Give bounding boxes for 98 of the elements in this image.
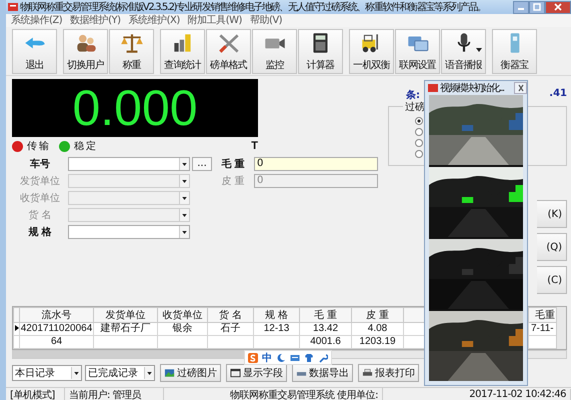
dropdown-arrow-icon <box>182 196 187 200</box>
combo-box[interactable] <box>68 225 190 239</box>
field-label: 皮 重 <box>220 174 246 188</box>
moon-icon[interactable] <box>276 352 286 362</box>
radio-button[interactable] <box>415 117 423 125</box>
toolbar-button[interactable]: 查询统计 <box>160 28 205 74</box>
status-text: 物联网称重交易管理系统 使用单位: <box>164 388 383 400</box>
dropdown-arrow-icon <box>74 372 79 374</box>
column-header[interactable]: 货 名 <box>208 308 254 322</box>
status-text: 当前用户: 管理员 <box>65 388 164 400</box>
table-cell: 石子 <box>220 323 240 334</box>
s-logo-icon[interactable] <box>248 352 258 362</box>
menu-item[interactable]: 系统操作(Z) <box>8 14 66 27</box>
dropdown-arrow-icon <box>147 372 152 374</box>
table-cell: 4.08 <box>368 323 388 334</box>
info-text: 条: <box>406 88 420 100</box>
scrollbar[interactable] <box>556 307 566 349</box>
column-header[interactable]: 规 格 <box>254 308 300 322</box>
toolbar-button[interactable]: 一机双衡 <box>349 28 394 74</box>
maximize-icon <box>532 3 542 11</box>
action-button[interactable]: (K) <box>537 200 567 228</box>
menu-item[interactable]: 帮助(V) <box>246 14 286 27</box>
action-button[interactable]: (C) <box>537 266 567 294</box>
close-icon <box>516 84 526 92</box>
filter-dropdown[interactable]: 已完成记录 <box>85 365 155 381</box>
menu-item[interactable]: 附加工具(W) <box>184 14 245 27</box>
close-icon <box>553 3 563 11</box>
input-mode-label[interactable]: 中 <box>262 350 272 364</box>
field-label: 毛 重 <box>220 158 246 171</box>
unit-label: T <box>251 140 258 152</box>
field-label: 货 名 <box>27 209 53 222</box>
app-icon <box>428 83 438 93</box>
dropdown-arrow-icon <box>182 180 187 182</box>
dropdown-arrow-icon <box>182 214 187 216</box>
printer-icon <box>362 368 373 378</box>
combo-box[interactable] <box>68 157 190 171</box>
status-label: 稳定 <box>74 140 98 153</box>
field-label: 收货单位 <box>19 192 61 205</box>
table-cell: 13.42 <box>312 323 338 334</box>
picture-icon <box>164 368 175 378</box>
browse-button[interactable]: ... <box>192 157 212 171</box>
info-text: .41 <box>549 88 567 100</box>
field-label: 发货单位 <box>19 174 61 188</box>
column-header[interactable]: 发货单位 <box>94 308 158 322</box>
toolbar-button[interactable]: 语音播报 <box>441 28 486 74</box>
column-header[interactable]: 皮 重 <box>352 308 404 322</box>
close-button[interactable] <box>514 82 527 94</box>
radio-button[interactable] <box>415 128 423 136</box>
table-cell: 1203.19 <box>359 336 396 347</box>
table-cell: 银余 <box>172 323 192 334</box>
column-header[interactable]: 毛 重 <box>300 308 352 322</box>
dropdown-arrow-icon <box>182 162 187 166</box>
keyboard-icon[interactable] <box>290 352 300 362</box>
maximize-button[interactable] <box>529 0 545 14</box>
table-cell: 4001.6 <box>310 336 341 347</box>
toolbar-button[interactable]: 衡器宝 <box>492 28 537 74</box>
toolbar-button[interactable]: 切换用户 <box>63 28 108 74</box>
dropdown-arrow-icon <box>182 230 187 234</box>
fields-icon <box>230 368 241 378</box>
filter-dropdown[interactable]: 本日记录 <box>12 365 82 381</box>
input-field[interactable]: 0 <box>254 157 378 171</box>
table-cell: 7-11- <box>531 323 554 334</box>
wrench-icon[interactable] <box>318 352 328 362</box>
shirt-icon[interactable] <box>304 352 314 362</box>
menu-item[interactable]: 数据维护(Y) <box>67 14 124 27</box>
toolbar-button[interactable]: 退出 <box>12 28 57 74</box>
table-cell: 建帮石子厂 <box>100 323 150 334</box>
window-title: 视频模块初始化... <box>440 82 506 95</box>
menu-item[interactable]: 系统维护(X) <box>126 14 183 27</box>
app-icon <box>8 2 18 12</box>
status-text: [单机模式] <box>6 388 65 400</box>
weight-reading: 0.000 <box>72 80 198 136</box>
action-button[interactable]: 过磅图片 <box>160 364 221 382</box>
radio-button[interactable] <box>415 150 423 158</box>
status-label: 传输 <box>27 140 51 153</box>
field-label: 规 格 <box>27 226 53 239</box>
status-text: 2017-11-02 10:42:46 <box>465 389 571 400</box>
toolbar-button[interactable]: 磅单格式 <box>206 28 251 74</box>
field-label: 车号 <box>29 157 51 171</box>
window-title: 物联网称重交易管理系统(标准版V2.3.5.2)专业研发销售维修电子地磅、无人值守过磅系统、称重软件和衡器宝等系列产品。 <box>20 0 487 14</box>
close-button[interactable] <box>545 0 571 14</box>
action-button[interactable]: 数据导出 <box>292 364 353 382</box>
table-cell: 12-13 <box>264 323 290 334</box>
table-cell: 64 <box>50 336 62 347</box>
column-header[interactable]: 收货单位 <box>158 308 208 322</box>
table-cell: 4201711020064 <box>20 323 92 334</box>
action-button[interactable]: 显示字段 <box>226 364 287 382</box>
action-button[interactable]: 报表打印 <box>358 364 419 382</box>
action-button[interactable]: (Q) <box>537 233 567 261</box>
column-header[interactable]: 毛重 <box>528 308 558 322</box>
toolbar-button[interactable]: 监控 <box>252 28 297 74</box>
column-header[interactable]: 流水号 <box>20 308 94 322</box>
dropdown-arrow-icon <box>476 48 482 52</box>
toolbar-button[interactable]: 计算器 <box>298 28 343 74</box>
radio-button[interactable] <box>415 139 423 147</box>
toolbar-button[interactable]: 联网设置 <box>395 28 440 74</box>
toolbar-button[interactable]: 称重 <box>109 28 154 74</box>
minimize-button[interactable] <box>513 0 529 14</box>
